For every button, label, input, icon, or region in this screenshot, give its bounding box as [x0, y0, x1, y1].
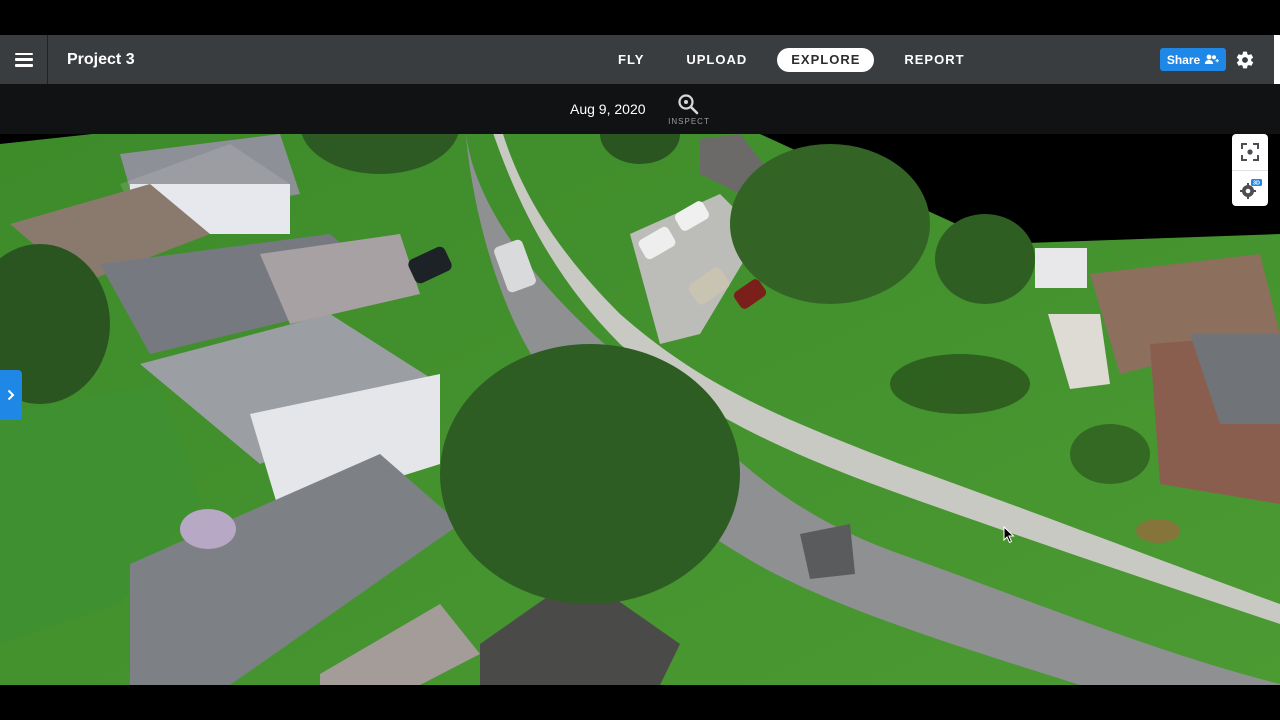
magnifier-icon: [678, 94, 699, 115]
recenter-button[interactable]: [1232, 134, 1268, 170]
dirt-patch: [1136, 519, 1180, 543]
patio-umbrella: [180, 509, 236, 549]
chevron-right-icon: [7, 389, 15, 401]
rv-vehicle: [1035, 248, 1087, 288]
window-edge: [1274, 35, 1280, 84]
project-title: Project 3: [67, 51, 135, 68]
tab-explore[interactable]: EXPLORE: [777, 48, 875, 72]
aerial-scene[interactable]: [0, 84, 1280, 685]
focus-frame-icon: [1241, 143, 1259, 161]
date-bar: Aug 9, 2020 INSPECT: [0, 84, 1280, 134]
inspect-button[interactable]: INSPECT: [666, 93, 712, 129]
mouse-cursor-icon: [1003, 526, 1015, 544]
menu-button[interactable]: [0, 35, 48, 84]
view-settings-button[interactable]: 3D: [1232, 170, 1268, 206]
add-people-icon: [1204, 54, 1220, 64]
gear-3d-icon: 3D: [1240, 178, 1262, 199]
expand-panel-button[interactable]: [0, 370, 22, 420]
view-controls: 3D: [1232, 134, 1268, 206]
hamburger-icon: [14, 52, 33, 67]
tree-3: [935, 214, 1035, 304]
tab-fly[interactable]: FLY: [604, 48, 658, 72]
nav-tabs: FLY UPLOAD EXPLORE REPORT: [604, 48, 979, 72]
tab-upload[interactable]: UPLOAD: [672, 48, 761, 72]
tree-6: [1070, 424, 1150, 484]
inspect-label: INSPECT: [668, 117, 710, 126]
badge-3d: 3D: [1253, 180, 1260, 186]
gear-icon[interactable]: [1235, 50, 1255, 70]
capture-date[interactable]: Aug 9, 2020: [570, 101, 646, 117]
tree-2: [730, 144, 930, 304]
top-nav-bar: Project 3 FLY UPLOAD EXPLORE REPORT Shar…: [0, 35, 1280, 84]
share-button[interactable]: Share: [1160, 48, 1226, 71]
map-3d-view[interactable]: [0, 84, 1280, 685]
tree-large: [440, 344, 740, 604]
tab-report[interactable]: REPORT: [890, 48, 978, 72]
share-label: Share: [1166, 52, 1201, 67]
app-frame: Project 3 FLY UPLOAD EXPLORE REPORT Shar…: [0, 0, 1280, 720]
